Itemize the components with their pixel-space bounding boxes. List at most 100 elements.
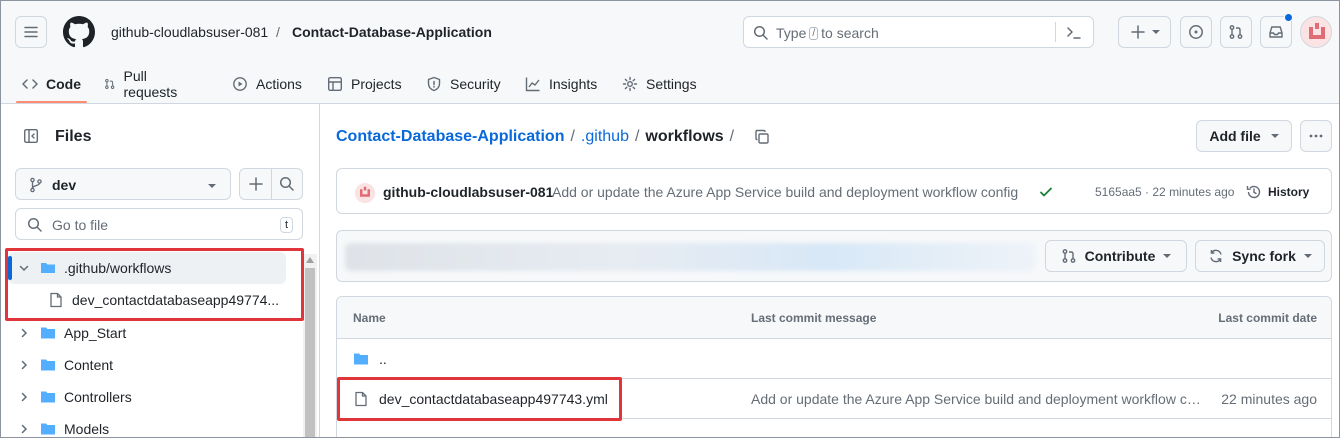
search-divider [1055, 22, 1056, 42]
tab-projects[interactable]: Projects [319, 64, 410, 104]
graph-icon [525, 77, 540, 92]
commit-author[interactable]: github-cloudlabsuser-081 [383, 184, 553, 200]
more-options-button[interactable] [1300, 120, 1332, 152]
collapse-sidebar-button[interactable] [15, 120, 47, 152]
tree-scrollbar-thumb[interactable] [305, 268, 315, 438]
git-pull-request-icon [1062, 249, 1076, 263]
hamburger-icon [24, 26, 38, 38]
file-tree-sidebar: Files dev Go to file t .github/workflows… [0, 104, 320, 438]
go-to-file-input[interactable]: Go to file t [15, 208, 303, 240]
breadcrumb-separator: / [634, 128, 640, 145]
tab-code[interactable]: Code [14, 64, 89, 104]
commit-author-avatar[interactable] [355, 183, 375, 203]
search-icon [753, 25, 768, 40]
tree-item-content[interactable]: Content [8, 349, 286, 381]
folder-icon [41, 359, 55, 371]
add-file-label: Add file [1209, 128, 1261, 144]
contribute-button[interactable]: Contribute [1045, 240, 1187, 272]
create-new-button[interactable] [1118, 16, 1171, 48]
breadcrumb-separator: / [276, 24, 280, 40]
chevron-right-icon [21, 328, 28, 338]
command-palette-icon[interactable] [1066, 25, 1082, 41]
file-commit-message[interactable]: Add or update the Azure App Service buil… [751, 391, 1201, 407]
repo-name-link[interactable]: Contact-Database-Application [292, 24, 492, 40]
chevron-right-icon [21, 392, 28, 402]
tree-item-label: Content [64, 357, 114, 373]
tab-label: Settings [646, 76, 697, 92]
commit-sha-time[interactable]: 5165aa5 · 22 minutes ago [1095, 185, 1234, 199]
copy-icon[interactable] [754, 129, 770, 145]
menu-button[interactable] [15, 16, 47, 48]
tab-actions[interactable]: Actions [224, 64, 310, 104]
tree-item-workflow-file[interactable]: dev_contactdatabaseapp49774... [8, 284, 286, 316]
go-to-file-shortcut: t [279, 217, 293, 233]
git-pull-request-icon [105, 79, 115, 89]
caret-down-icon [1270, 134, 1279, 138]
plus-icon [1130, 25, 1145, 39]
issues-button[interactable] [1180, 16, 1212, 48]
repo-owner-link[interactable]: github-cloudlabsuser-081 [111, 24, 268, 40]
table-row[interactable]: dev_contactdatabaseapp497743.yml Add or … [337, 379, 1331, 419]
add-file-button[interactable]: Add file [1196, 120, 1292, 152]
sidebar-title: Files [55, 128, 92, 145]
folder-icon [41, 391, 55, 403]
sync-icon [1210, 249, 1222, 263]
check-icon[interactable] [1038, 184, 1054, 200]
breadcrumb-current: workflows [645, 128, 724, 145]
tab-pull-requests[interactable]: Pull requests [96, 64, 190, 104]
tab-label: Projects [351, 76, 402, 92]
plus-icon[interactable] [248, 176, 264, 192]
column-header-last-commit-message: Last commit message [751, 311, 877, 325]
branch-selector[interactable]: dev [15, 168, 231, 200]
tab-label: Security [450, 76, 501, 92]
caret-down-icon [1303, 254, 1312, 258]
tree-item-label: dev_contactdatabaseapp49774... [72, 292, 280, 308]
table-icon [328, 77, 343, 92]
pull-requests-button[interactable] [1220, 16, 1252, 48]
caret-down-icon [1163, 254, 1172, 258]
tab-settings[interactable]: Settings [614, 64, 705, 104]
parent-directory-link[interactable]: .. [379, 351, 387, 367]
tree-item-models[interactable]: Models [8, 413, 286, 438]
git-branch-icon [30, 177, 42, 193]
file-name-link[interactable]: dev_contactdatabaseapp497743.yml [379, 391, 608, 407]
tab-label: Actions [256, 76, 302, 92]
breadcrumb-github-link[interactable]: .github [581, 128, 629, 146]
search-icon [27, 217, 42, 232]
tree-item-label: Models [64, 421, 110, 437]
file-commit-date: 22 minutes ago [1221, 391, 1317, 407]
inbox-icon [1269, 26, 1283, 38]
folder-icon [41, 423, 55, 435]
search-input[interactable]: Type / to search [743, 16, 1094, 48]
branch-name: dev [52, 177, 77, 193]
file-table: Name Last commit message Last commit dat… [336, 296, 1332, 438]
tab-label: Pull requests [123, 68, 178, 100]
file-icon [355, 391, 367, 407]
tree-item-github-workflows[interactable]: .github/workflows [8, 252, 286, 284]
tab-insights[interactable]: Insights [517, 64, 605, 104]
parent-directory-row[interactable]: .. [337, 339, 1331, 379]
history-icon [1246, 185, 1261, 199]
tree-item-app-start[interactable]: App_Start [8, 317, 286, 349]
sync-fork-button[interactable]: Sync fork [1195, 240, 1325, 272]
tab-security[interactable]: Security [418, 64, 509, 104]
breadcrumb-repo-link[interactable]: Contact-Database-Application [336, 128, 564, 146]
search-icon[interactable] [279, 176, 295, 192]
history-button[interactable]: History [1246, 184, 1309, 200]
kebab-horizontal-icon [1309, 134, 1323, 138]
chevron-right-icon [21, 360, 28, 370]
user-avatar[interactable] [1300, 16, 1332, 48]
chevron-right-icon [21, 424, 28, 434]
tree-item-label: .github/workflows [64, 260, 172, 276]
github-logo-icon[interactable] [63, 16, 95, 48]
caret-down-icon [1151, 30, 1160, 34]
sync-fork-label: Sync fork [1232, 248, 1296, 264]
breadcrumb: Contact-Database-Application / .github /… [336, 128, 770, 146]
redacted-fork-status-text [345, 243, 1035, 271]
commit-message[interactable]: Add or update the Azure App Service buil… [552, 184, 1018, 200]
scroll-up-arrow-icon[interactable] [306, 257, 314, 263]
tab-label: Code [46, 76, 81, 92]
global-header: github-cloudlabsuser-081 / Contact-Datab… [0, 0, 1340, 104]
button-divider [271, 169, 272, 199]
tree-item-controllers[interactable]: Controllers [8, 381, 286, 413]
